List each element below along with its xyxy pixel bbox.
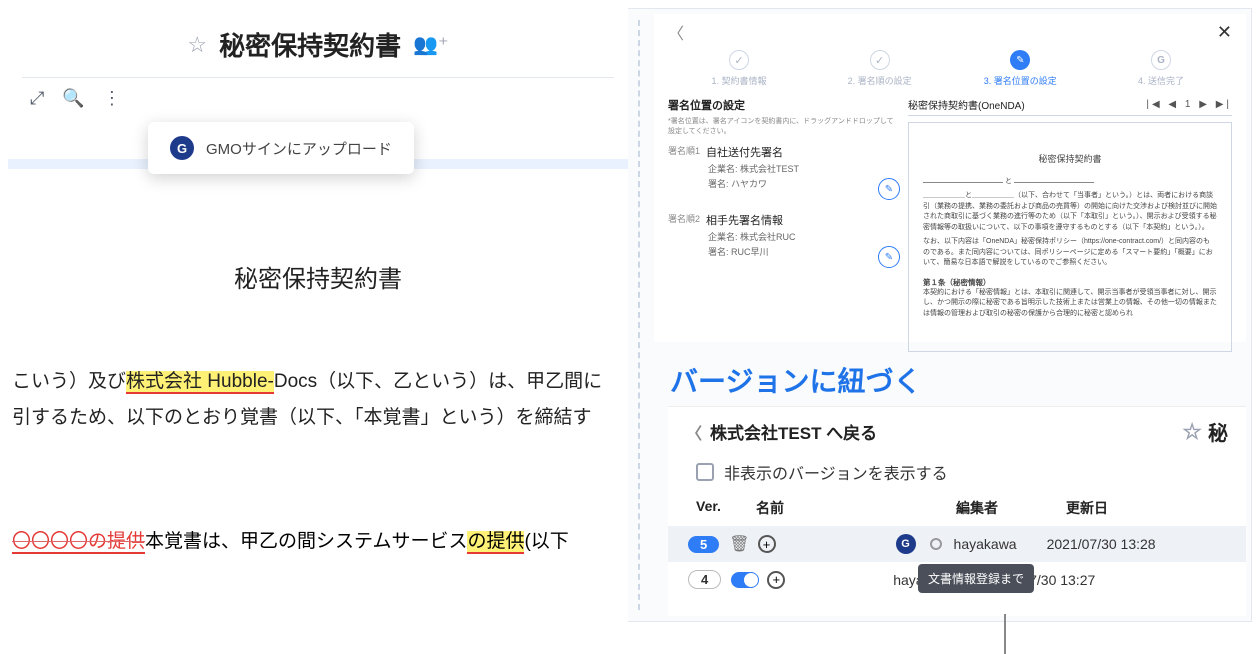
- section-note: *署名位置は、署名アイコンを契約書内に、ドラッグアンドドロップして設定してくださ…: [668, 116, 898, 136]
- pen-icon: ✎: [1010, 50, 1030, 70]
- signature-drag-icon[interactable]: ✎: [878, 246, 900, 268]
- more-icon[interactable]: ⋮: [103, 88, 121, 109]
- document-preview: 秘密保持契約書 と ＿＿＿＿＿＿と＿＿＿＿＿＿（以下、合わせて「当事者」という。…: [908, 122, 1232, 352]
- gmo-icon: G: [1151, 50, 1171, 70]
- context-menu: G GMOサインにアップロード: [148, 122, 414, 174]
- document-editor-panel: ☆ 秘密保持契約書 👥⁺ ⤢ 🔍 ⋮ G GMOサインにアップロード 秘密保持契…: [8, 8, 628, 622]
- people-add-icon[interactable]: 👥⁺: [413, 32, 448, 57]
- body-title: 秘密保持契約書: [8, 259, 628, 294]
- plus-icon[interactable]: +: [767, 571, 785, 589]
- wizard-steps: ✓1. 契約書情報 ✓2. 署名順の設定 ✎3. 署名位置の設定 G4. 送信完…: [654, 46, 1246, 97]
- show-hidden-checkbox[interactable]: [696, 463, 714, 481]
- checkbox-label: 非表示のバージョンを表示する: [724, 460, 948, 484]
- collapse-icon[interactable]: ⤢: [30, 88, 44, 109]
- star-icon[interactable]: ☆: [187, 32, 207, 58]
- table-row[interactable]: 4 + 文書情報登録まで hayakawa 2021/07/30 13:27: [668, 562, 1246, 597]
- status-dot: [930, 538, 942, 550]
- search-icon[interactable]: 🔍: [62, 88, 84, 109]
- document-redline: 〇〇〇〇の提供本覚書は、甲乙の間システムサービスの提供(以下: [8, 526, 628, 553]
- plus-icon[interactable]: +: [758, 535, 776, 553]
- version-badge: 4: [688, 570, 721, 589]
- version-badge: 5: [688, 536, 719, 553]
- version-list-panel: 〈 株式会社TEST へ戻る ☆秘 非表示のバージョンを表示する Ver. 名前…: [668, 406, 1246, 616]
- table-row[interactable]: 5 🗑 + G hayakawa 2021/07/30 13:28: [668, 526, 1246, 562]
- trash-icon[interactable]: 🗑: [729, 534, 749, 554]
- signature-drag-icon[interactable]: ✎: [878, 178, 900, 200]
- caption-text: バージョンに紐づく: [670, 360, 921, 400]
- star-icon[interactable]: ☆: [1182, 419, 1202, 445]
- menu-item-upload-gmo[interactable]: GMOサインにアップロード: [206, 138, 392, 159]
- check-icon: ✓: [729, 50, 749, 70]
- document-paragraph: こいう）及び株式会社 Hubble-Docs（以下、乙という）は、甲乙間に 引す…: [8, 364, 628, 436]
- signature-wizard-panel: 〈 ✕ ✓1. 契約書情報 ✓2. 署名順の設定 ✎3. 署名位置の設定 G4.…: [654, 14, 1246, 342]
- signer-block-2: 署名順2相手先署名情報 企業名: 株式会社RUC 署名: RUC早川 ✎: [668, 212, 898, 258]
- check-icon: ✓: [870, 50, 890, 70]
- toggle-on[interactable]: [731, 572, 759, 588]
- timeline-connector: [1004, 614, 1006, 654]
- table-header: Ver. 名前 編集者 更新日: [668, 494, 1246, 526]
- pager[interactable]: |◀ ◀ 1 ▶ ▶|: [1146, 99, 1232, 110]
- gmo-icon: G: [170, 136, 194, 160]
- section-title: 署名位置の設定: [668, 97, 898, 113]
- back-icon[interactable]: 〈: [668, 20, 684, 44]
- gmo-icon: G: [896, 534, 916, 554]
- panel-divider: [638, 20, 640, 610]
- preview-doc-title: 秘密保持契約書(OneNDA): [908, 97, 1025, 112]
- document-title: 秘密保持契約書: [219, 26, 401, 63]
- close-icon[interactable]: ✕: [1217, 22, 1232, 43]
- editor-name: hayakawa: [954, 536, 1017, 552]
- signer-block-1: 署名順1自社送付先署名 企業名: 株式会社TEST 署名: ハヤカワ ✎: [668, 144, 898, 190]
- back-icon[interactable]: 〈: [686, 420, 702, 444]
- tooltip: 文書情報登録まで: [918, 564, 1034, 593]
- updated-date: 2021/07/30 13:28: [1047, 536, 1156, 552]
- breadcrumb[interactable]: 株式会社TEST へ戻る: [710, 419, 877, 444]
